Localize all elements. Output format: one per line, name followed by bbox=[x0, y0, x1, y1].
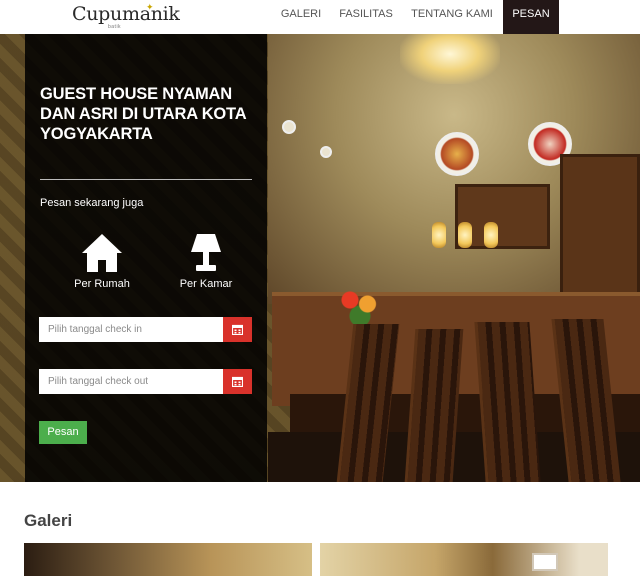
nav-item-tentang-kami[interactable]: TENTANG KAMI bbox=[405, 0, 499, 34]
panel-divider bbox=[40, 179, 252, 180]
hero-photo-chair bbox=[474, 322, 541, 482]
nav-item-galeri[interactable]: GALERI bbox=[274, 0, 328, 34]
hero-photo-lamp bbox=[484, 222, 498, 248]
hero-photo-lamp bbox=[432, 222, 446, 248]
hero-photo-plate bbox=[435, 132, 479, 176]
option-per-kamar[interactable]: Per Kamar bbox=[166, 232, 246, 292]
gallery-image[interactable] bbox=[24, 543, 312, 576]
hero-photo-plate bbox=[320, 146, 332, 158]
gallery-title: Galeri bbox=[24, 511, 73, 530]
checkin-date-input[interactable] bbox=[39, 317, 223, 342]
booking-label: Pesan sekarang juga bbox=[40, 197, 144, 209]
brand-name: Cupumanik bbox=[72, 3, 180, 25]
calendar-icon bbox=[232, 324, 243, 335]
hero-photo-plate bbox=[282, 120, 296, 134]
lamp-icon bbox=[191, 234, 221, 271]
brand-subtitle: batik bbox=[108, 24, 122, 30]
pesan-submit-button[interactable]: Pesan bbox=[39, 421, 87, 444]
checkout-field bbox=[39, 369, 252, 394]
hero-photo-lamp bbox=[458, 222, 472, 248]
hero-photo-flowers bbox=[335, 284, 385, 324]
option-per-kamar-label: Per Kamar bbox=[179, 278, 233, 290]
nav-item-fasilitas[interactable]: FASILITAS bbox=[332, 0, 400, 34]
option-per-rumah-label: Per Rumah bbox=[74, 278, 130, 290]
brand-star-icon: ✦ bbox=[146, 2, 154, 12]
picture-frame bbox=[532, 553, 558, 571]
checkin-field bbox=[39, 317, 252, 342]
gallery-image[interactable] bbox=[320, 543, 608, 576]
checkout-calendar-button[interactable] bbox=[223, 369, 252, 394]
checkout-date-input[interactable] bbox=[39, 369, 223, 394]
nav-item-pesan[interactable]: PESAN bbox=[503, 0, 559, 34]
house-icon bbox=[82, 234, 122, 272]
brand-logo[interactable]: Cupumanik ✦ batik bbox=[72, 2, 180, 32]
hero-title: GUEST HOUSE NYAMAN DAN ASRI DI UTARA KOT… bbox=[40, 85, 246, 143]
navbar: Cupumanik ✦ batik GALERI FASILITAS TENTA… bbox=[0, 0, 640, 34]
checkin-calendar-button[interactable] bbox=[223, 317, 252, 342]
calendar-icon bbox=[232, 376, 243, 387]
hero-photo-cabinet bbox=[560, 154, 640, 304]
hero-photo-chandelier bbox=[400, 34, 500, 84]
option-per-rumah[interactable]: Per Rumah bbox=[62, 232, 142, 292]
hero-section: GUEST HOUSE NYAMAN DAN ASRI DI UTARA KOT… bbox=[0, 34, 640, 482]
booking-panel: GUEST HOUSE NYAMAN DAN ASRI DI UTARA KOT… bbox=[25, 34, 267, 482]
